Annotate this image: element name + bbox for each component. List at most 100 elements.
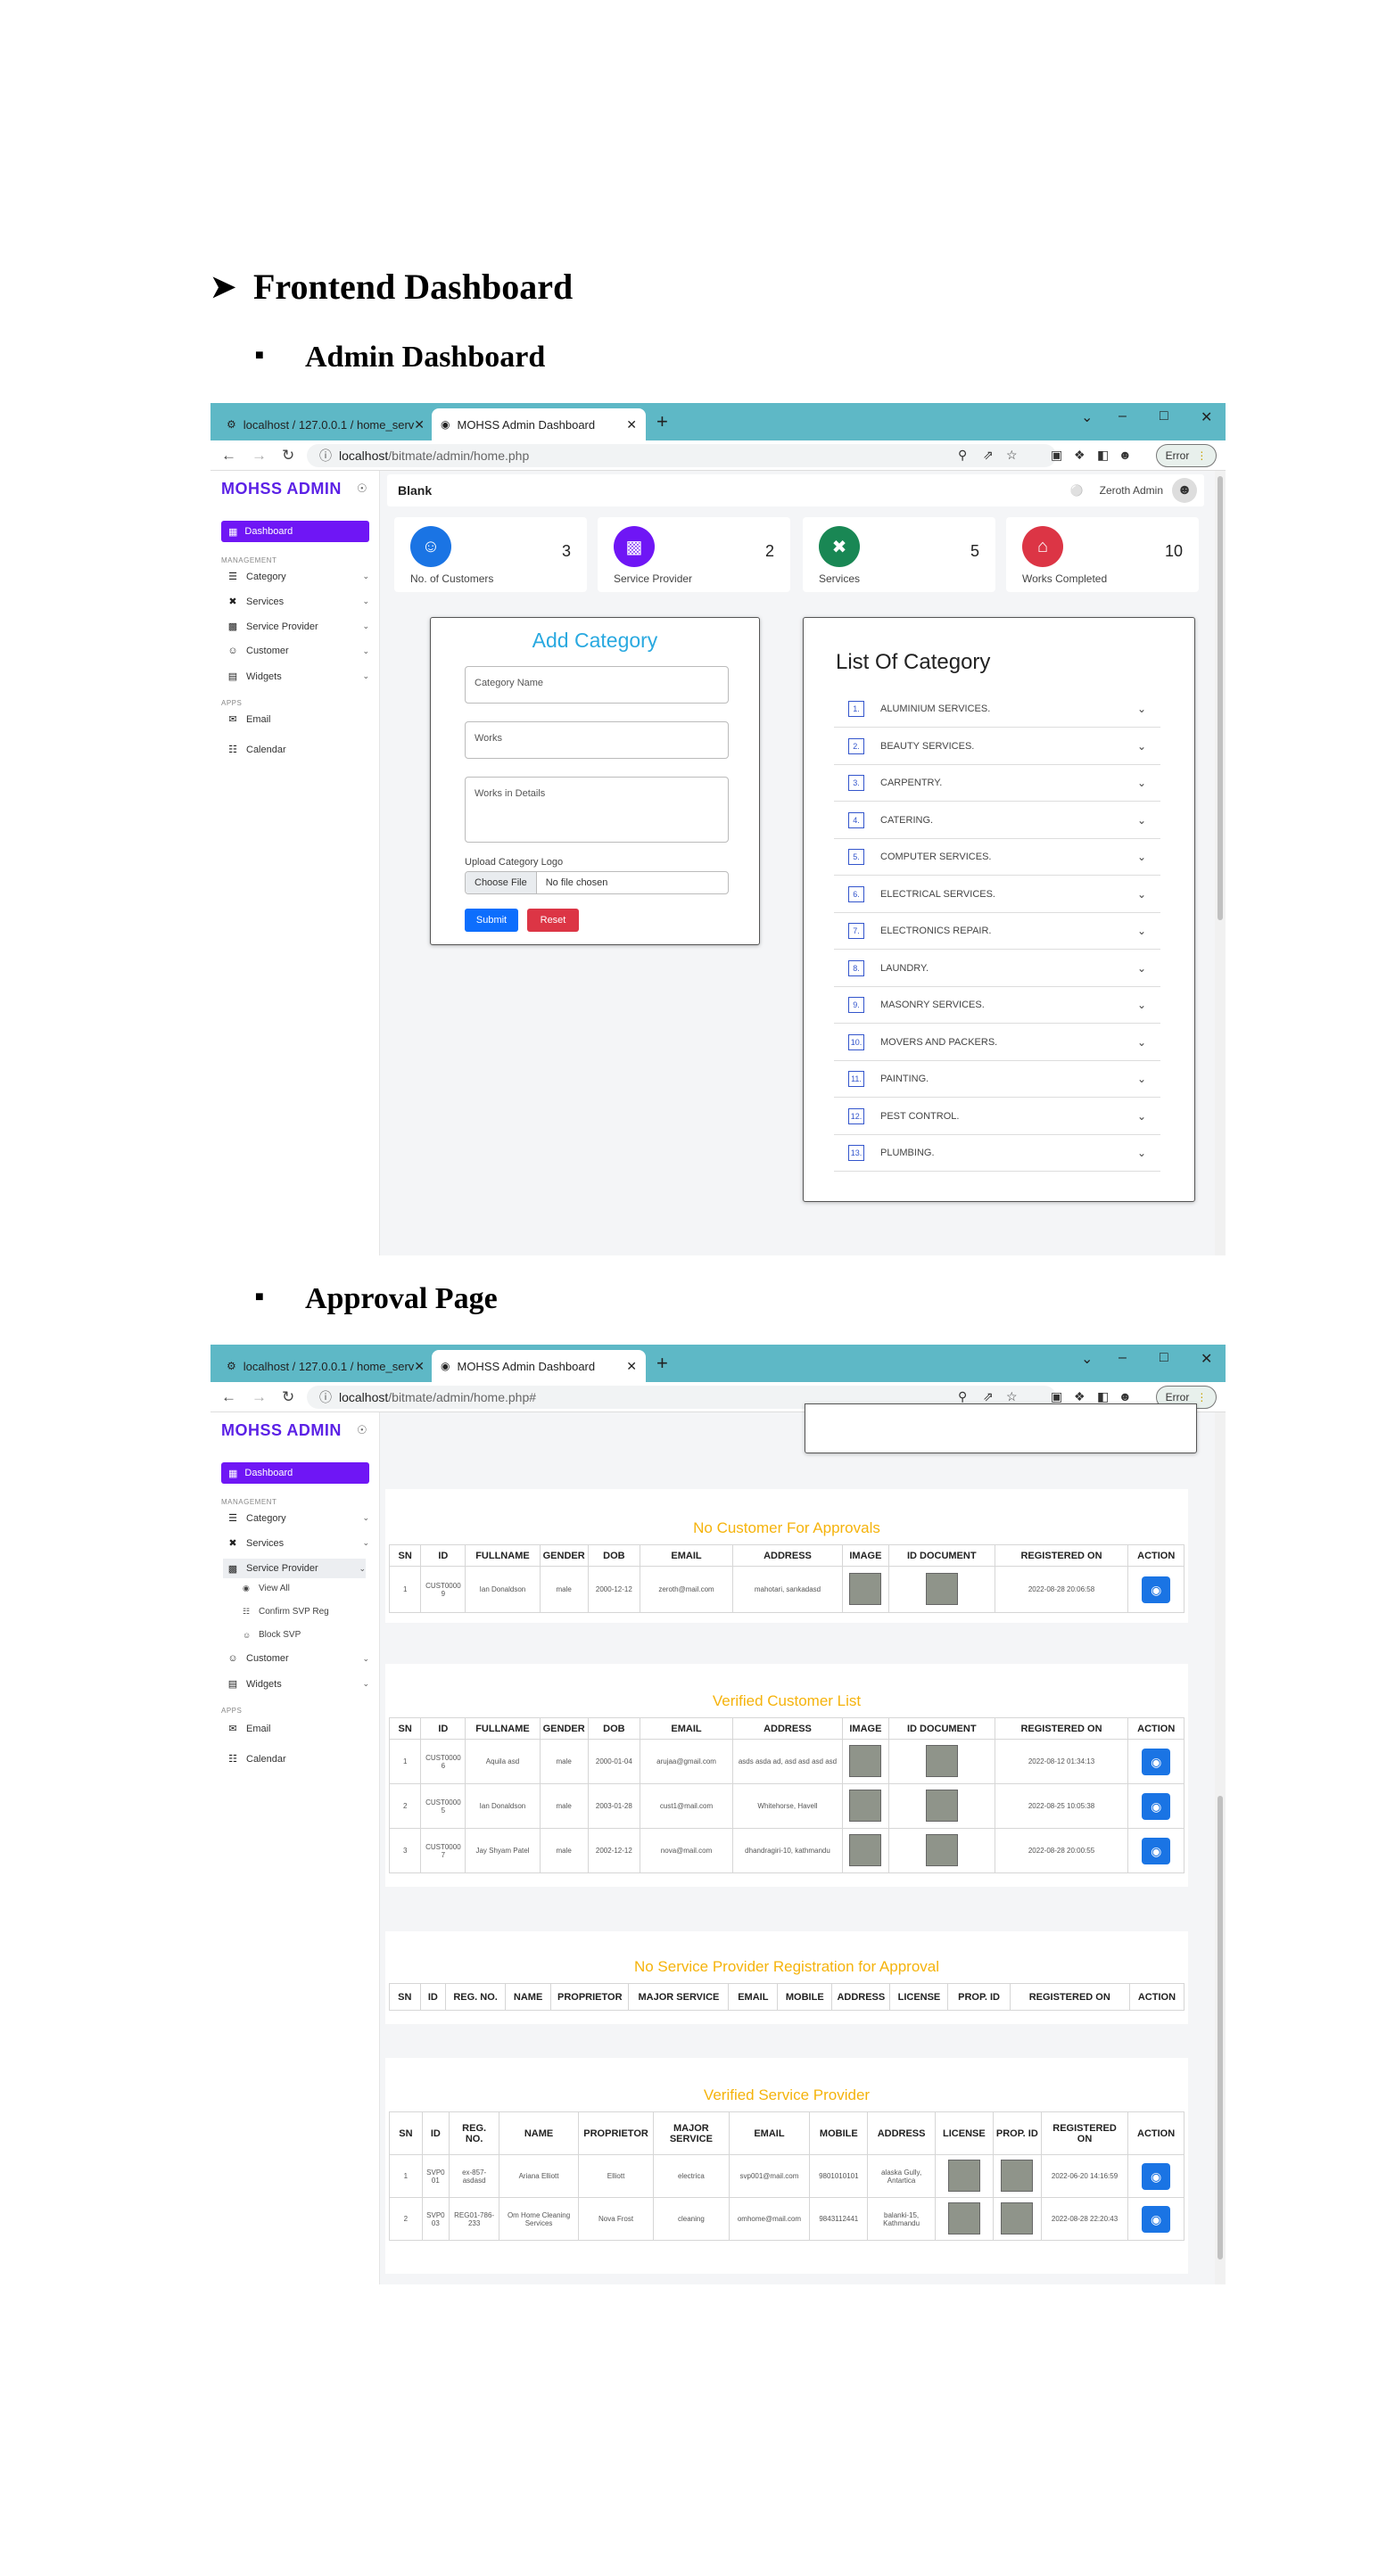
dropdown-icon[interactable]: ⌄ (1081, 408, 1093, 426)
category-item[interactable]: 11. PAINTING. ⌄ (834, 1061, 1160, 1098)
submenu-view-all[interactable]: ◉ View All (243, 1584, 290, 1593)
category-item[interactable]: 13. PLUMBING. ⌄ (834, 1135, 1160, 1172)
document-thumbnail[interactable] (1001, 2202, 1034, 2234)
chevron-down-icon[interactable]: ⌄ (1137, 814, 1146, 827)
close-icon[interactable]: ✕ (414, 417, 425, 432)
sidebar-item-dashboard[interactable]: ▦ Dashboard (221, 1462, 369, 1484)
category-item[interactable]: 10. MOVERS AND PACKERS. ⌄ (834, 1025, 1160, 1061)
sidebar-item-service-provider[interactable]: ▩ Service Provider ⌄ (223, 1559, 366, 1578)
chevron-down-icon[interactable]: ⌄ (1137, 888, 1146, 901)
share-icon[interactable]: ⇗ (983, 1389, 994, 1404)
category-item[interactable]: 2. BEAUTY SERVICES. ⌄ (834, 728, 1160, 765)
view-eye-button[interactable]: ◉ (1142, 1792, 1171, 1820)
scrollbar[interactable] (1215, 471, 1226, 1255)
sidebar-item-calendar[interactable]: ☷ Calendar (227, 1753, 369, 1765)
close-window-button[interactable]: ✕ (1201, 1350, 1212, 1368)
view-eye-button[interactable]: ◉ (1142, 1837, 1171, 1864)
new-tab-button[interactable]: + (656, 410, 668, 433)
document-thumbnail[interactable] (947, 2159, 980, 2192)
view-eye-button[interactable]: ◉ (1142, 2162, 1171, 2190)
back-icon[interactable]: ← (221, 1388, 241, 1406)
bookmark-star-icon[interactable]: ☆ (1006, 448, 1018, 463)
close-icon[interactable]: ✕ (626, 1359, 637, 1374)
document-thumbnail[interactable] (947, 2202, 980, 2234)
extension-icon[interactable]: ▣ (1051, 448, 1062, 463)
sidebar-item-dashboard[interactable]: ▦ Dashboard (221, 521, 369, 542)
forward-icon[interactable]: → (252, 1388, 271, 1406)
sidebar-item-customer[interactable]: ☺ Customer ⌄ (227, 646, 369, 656)
sidebar-item-widgets[interactable]: ▤ Widgets ⌄ (227, 1678, 369, 1691)
bookmark-star-icon[interactable]: ☆ (1006, 1389, 1018, 1404)
chevron-down-icon[interactable]: ⌄ (1137, 777, 1146, 789)
tab-phpmyadmin[interactable]: ⚙ localhost / 127.0.0.1 / home_serv ✕ (218, 1350, 427, 1382)
sidebar-item-email[interactable]: ✉ Email (227, 1723, 369, 1735)
submit-button[interactable]: Submit (465, 909, 518, 932)
document-thumbnail[interactable] (849, 1572, 882, 1605)
tab-phpmyadmin[interactable]: ⚙ localhost / 127.0.0.1 / home_serv ✕ (218, 408, 427, 440)
brand-logo[interactable]: MOHSS ADMIN (221, 480, 342, 498)
scrollbar[interactable] (1215, 1412, 1226, 2284)
document-thumbnail[interactable] (849, 1789, 882, 1822)
extension-icon[interactable]: ▣ (1051, 1389, 1062, 1404)
reload-icon[interactable]: ↻ (282, 447, 301, 465)
puzzle-icon[interactable]: ❖ (1074, 1389, 1085, 1404)
sidebar-toggle-icon[interactable]: ☉ (357, 1423, 367, 1437)
stat-card-service-provider[interactable]: ▩ 2 Service Provider (598, 517, 790, 592)
submenu-confirm-svp[interactable]: ☷ Confirm SVP Reg (243, 1607, 329, 1617)
category-name-input[interactable]: Category Name (465, 666, 729, 704)
document-thumbnail[interactable] (925, 1572, 958, 1605)
share-icon[interactable]: ⇗ (983, 448, 994, 463)
tab-admin-dashboard[interactable]: ◉ MOHSS Admin Dashboard ✕ (432, 1350, 646, 1382)
works-details-textarea[interactable]: Works in Details (465, 777, 729, 843)
reload-icon[interactable]: ↻ (282, 1388, 301, 1406)
view-eye-button[interactable]: ◉ (1142, 2205, 1171, 2233)
forward-icon[interactable]: → (252, 447, 271, 465)
close-icon[interactable]: ✕ (414, 1359, 425, 1374)
sidepanel-icon[interactable]: ◧ (1097, 1389, 1109, 1404)
file-input[interactable]: Choose File No file chosen (465, 871, 729, 894)
sidebar-item-category[interactable]: ☰ Category ⌄ (227, 1512, 369, 1525)
zoom-icon[interactable]: ⚲ (958, 448, 967, 463)
minimize-button[interactable]: – (1118, 408, 1127, 424)
profile-avatar-icon[interactable]: ☻ (1118, 448, 1132, 462)
bell-icon[interactable]: ⚪ (1070, 484, 1084, 497)
sidebar-item-service-provider[interactable]: ▩ Service Provider ⌄ (227, 621, 369, 633)
view-eye-button[interactable]: ◉ (1142, 1748, 1171, 1775)
category-item[interactable]: 6. ELECTRICAL SERVICES. ⌄ (834, 876, 1160, 913)
sidebar-item-email[interactable]: ✉ Email (227, 713, 369, 726)
reset-button[interactable]: Reset (527, 909, 579, 932)
chevron-down-icon[interactable]: ⌄ (1137, 925, 1146, 937)
url-field[interactable]: ⓘ localhost/bitmate/admin/home.php (307, 444, 1056, 467)
profile-avatar-icon[interactable]: ☻ (1118, 1389, 1132, 1403)
category-item[interactable]: 1. ALUMINIUM SERVICES. ⌄ (834, 691, 1160, 728)
tab-admin-dashboard[interactable]: ◉ MOHSS Admin Dashboard ✕ (432, 408, 646, 440)
view-eye-button[interactable]: ◉ (1142, 1576, 1171, 1603)
minimize-button[interactable]: – (1118, 1350, 1127, 1366)
maximize-button[interactable]: □ (1160, 1350, 1168, 1366)
stat-card-works-completed[interactable]: ⌂ 10 Works Completed (1006, 517, 1199, 592)
sidepanel-icon[interactable]: ◧ (1097, 448, 1109, 463)
chevron-down-icon[interactable]: ⌄ (1137, 703, 1146, 715)
category-item[interactable]: 9. MASONRY SERVICES. ⌄ (834, 987, 1160, 1024)
sidebar-item-widgets[interactable]: ▤ Widgets ⌄ (227, 671, 369, 683)
document-thumbnail[interactable] (925, 1744, 958, 1777)
category-item[interactable]: 3. CARPENTRY. ⌄ (834, 765, 1160, 802)
sidebar-toggle-icon[interactable]: ☉ (357, 481, 367, 496)
avatar[interactable]: ☻ (1172, 478, 1197, 503)
chevron-down-icon[interactable]: ⌄ (1137, 1036, 1146, 1049)
maximize-button[interactable]: □ (1160, 408, 1168, 424)
chevron-down-icon[interactable]: ⌄ (1137, 1147, 1146, 1159)
category-item[interactable]: 12. PEST CONTROL. ⌄ (834, 1099, 1160, 1135)
dropdown-icon[interactable]: ⌄ (1081, 1350, 1093, 1368)
document-thumbnail[interactable] (925, 1789, 958, 1822)
document-thumbnail[interactable] (925, 1833, 958, 1866)
category-item[interactable]: 4. CATERING. ⌄ (834, 802, 1160, 839)
brand-logo[interactable]: MOHSS ADMIN (221, 1421, 342, 1440)
chevron-down-icon[interactable]: ⌄ (1137, 1110, 1146, 1123)
chevron-down-icon[interactable]: ⌄ (1137, 851, 1146, 863)
sidebar-item-services[interactable]: ✖ Services ⌄ (227, 1537, 369, 1550)
chevron-down-icon[interactable]: ⌄ (1137, 999, 1146, 1011)
stat-card-services[interactable]: ✖ 5 Services (803, 517, 995, 592)
document-thumbnail[interactable] (849, 1833, 882, 1866)
category-item[interactable]: 5. COMPUTER SERVICES. ⌄ (834, 839, 1160, 876)
